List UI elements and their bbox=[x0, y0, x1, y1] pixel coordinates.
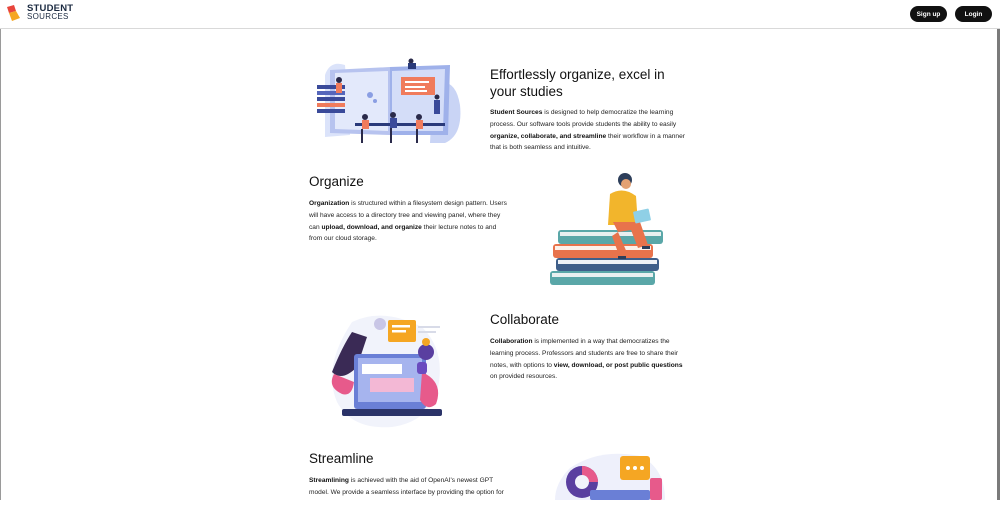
collaborate-text-4: on provided resources. bbox=[490, 373, 558, 381]
collaborate-illustration bbox=[322, 312, 452, 437]
streamline-bold-1: Streamlining bbox=[309, 477, 349, 484]
collaborate-title: Collaborate bbox=[490, 312, 559, 327]
organize-text: Organization is structured within a file… bbox=[309, 198, 509, 245]
intro-heading: Effortlessly organize, excel in your stu… bbox=[490, 67, 665, 99]
brand-line2: SOURCES bbox=[27, 12, 69, 21]
organize-bold-1: Organization bbox=[309, 200, 350, 207]
intro-illustration bbox=[315, 55, 465, 152]
collaborate-bold-3: view, download, or post public questions bbox=[553, 361, 683, 369]
streamline-illustration bbox=[550, 448, 670, 505]
intro-bold-3: organize, collaborate, and streamline bbox=[490, 132, 607, 140]
collaborate-bold-1: Collaboration bbox=[490, 338, 533, 345]
brand-logo[interactable]: STUDENT SOURCES bbox=[7, 4, 73, 21]
collaborate-heading: Collaborate bbox=[490, 312, 560, 327]
organize-heading: Organize bbox=[309, 174, 364, 189]
intro-text: Student Sources is designed to help demo… bbox=[490, 107, 685, 154]
intro-title: Effortlessly organize, excel in your stu… bbox=[490, 66, 690, 100]
organize-illustration bbox=[548, 170, 668, 300]
window-border-left bbox=[0, 0, 1, 500]
streamline-text: Streamlining is achieved with the aid of… bbox=[309, 475, 509, 499]
organize-title: Organize bbox=[309, 174, 364, 189]
streamline-title: Streamline bbox=[309, 451, 374, 466]
collaborate-text: Collaboration is implemented in a way th… bbox=[490, 336, 690, 383]
organize-bold-3: upload, download, and organize bbox=[321, 223, 422, 231]
login-button[interactable]: Login bbox=[955, 6, 992, 22]
intro-bold-1: Student Sources bbox=[490, 109, 543, 116]
streamline-heading: Streamline bbox=[309, 451, 374, 466]
top-nav: STUDENT SOURCES Sign up Login bbox=[0, 0, 1000, 29]
signup-button[interactable]: Sign up bbox=[910, 6, 947, 22]
logo-icon bbox=[7, 5, 21, 21]
